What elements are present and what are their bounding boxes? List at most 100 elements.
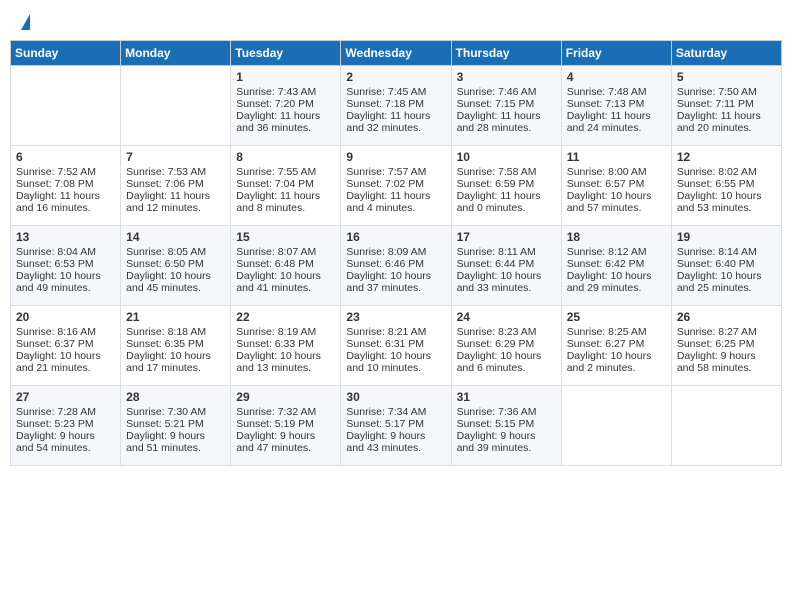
calendar-week-row: 6Sunrise: 7:52 AMSunset: 7:08 PMDaylight… (11, 146, 782, 226)
sunrise-text: Sunrise: 8:07 AM (236, 246, 335, 258)
daylight-text: Daylight: 11 hours and 16 minutes. (16, 190, 115, 214)
calendar-cell: 28Sunrise: 7:30 AMSunset: 5:21 PMDayligh… (121, 386, 231, 466)
daylight-text: Daylight: 9 hours and 39 minutes. (457, 430, 556, 454)
daylight-text: Daylight: 9 hours and 43 minutes. (346, 430, 445, 454)
sunset-text: Sunset: 6:33 PM (236, 338, 335, 350)
sunset-text: Sunset: 7:04 PM (236, 178, 335, 190)
daylight-text: Daylight: 10 hours and 25 minutes. (677, 270, 776, 294)
day-number: 27 (16, 390, 115, 404)
sunset-text: Sunset: 6:31 PM (346, 338, 445, 350)
day-number: 25 (567, 310, 666, 324)
calendar-week-row: 13Sunrise: 8:04 AMSunset: 6:53 PMDayligh… (11, 226, 782, 306)
daylight-text: Daylight: 11 hours and 36 minutes. (236, 110, 335, 134)
calendar-cell: 8Sunrise: 7:55 AMSunset: 7:04 PMDaylight… (231, 146, 341, 226)
day-number: 31 (457, 390, 556, 404)
day-number: 13 (16, 230, 115, 244)
sunset-text: Sunset: 7:20 PM (236, 98, 335, 110)
calendar-cell: 11Sunrise: 8:00 AMSunset: 6:57 PMDayligh… (561, 146, 671, 226)
daylight-text: Daylight: 10 hours and 33 minutes. (457, 270, 556, 294)
calendar-week-row: 27Sunrise: 7:28 AMSunset: 5:23 PMDayligh… (11, 386, 782, 466)
day-number: 28 (126, 390, 225, 404)
daylight-text: Daylight: 10 hours and 57 minutes. (567, 190, 666, 214)
calendar-cell: 9Sunrise: 7:57 AMSunset: 7:02 PMDaylight… (341, 146, 451, 226)
header-day: Tuesday (231, 41, 341, 66)
calendar-cell (121, 66, 231, 146)
sunrise-text: Sunrise: 8:19 AM (236, 326, 335, 338)
calendar-cell (11, 66, 121, 146)
sunrise-text: Sunrise: 7:58 AM (457, 166, 556, 178)
sunrise-text: Sunrise: 8:00 AM (567, 166, 666, 178)
sunrise-text: Sunrise: 8:05 AM (126, 246, 225, 258)
day-number: 4 (567, 70, 666, 84)
sunrise-text: Sunrise: 8:25 AM (567, 326, 666, 338)
sunset-text: Sunset: 5:19 PM (236, 418, 335, 430)
sunrise-text: Sunrise: 8:23 AM (457, 326, 556, 338)
day-number: 17 (457, 230, 556, 244)
calendar-cell: 20Sunrise: 8:16 AMSunset: 6:37 PMDayligh… (11, 306, 121, 386)
sunrise-text: Sunrise: 8:14 AM (677, 246, 776, 258)
day-number: 7 (126, 150, 225, 164)
day-number: 1 (236, 70, 335, 84)
header-day: Wednesday (341, 41, 451, 66)
day-number: 23 (346, 310, 445, 324)
calendar-cell: 14Sunrise: 8:05 AMSunset: 6:50 PMDayligh… (121, 226, 231, 306)
calendar-cell: 15Sunrise: 8:07 AMSunset: 6:48 PMDayligh… (231, 226, 341, 306)
sunset-text: Sunset: 7:18 PM (346, 98, 445, 110)
header-day: Monday (121, 41, 231, 66)
sunset-text: Sunset: 6:46 PM (346, 258, 445, 270)
daylight-text: Daylight: 10 hours and 10 minutes. (346, 350, 445, 374)
sunset-text: Sunset: 6:27 PM (567, 338, 666, 350)
header-day: Sunday (11, 41, 121, 66)
daylight-text: Daylight: 10 hours and 2 minutes. (567, 350, 666, 374)
daylight-text: Daylight: 9 hours and 54 minutes. (16, 430, 115, 454)
day-number: 12 (677, 150, 776, 164)
calendar-table: SundayMondayTuesdayWednesdayThursdayFrid… (10, 40, 782, 466)
daylight-text: Daylight: 9 hours and 51 minutes. (126, 430, 225, 454)
daylight-text: Daylight: 10 hours and 49 minutes. (16, 270, 115, 294)
sunrise-text: Sunrise: 7:48 AM (567, 86, 666, 98)
calendar-cell (561, 386, 671, 466)
header (10, 10, 782, 32)
sunset-text: Sunset: 6:42 PM (567, 258, 666, 270)
sunrise-text: Sunrise: 7:36 AM (457, 406, 556, 418)
calendar-cell: 16Sunrise: 8:09 AMSunset: 6:46 PMDayligh… (341, 226, 451, 306)
daylight-text: Daylight: 10 hours and 41 minutes. (236, 270, 335, 294)
daylight-text: Daylight: 11 hours and 28 minutes. (457, 110, 556, 134)
calendar-cell: 7Sunrise: 7:53 AMSunset: 7:06 PMDaylight… (121, 146, 231, 226)
sunrise-text: Sunrise: 7:28 AM (16, 406, 115, 418)
sunrise-text: Sunrise: 8:02 AM (677, 166, 776, 178)
daylight-text: Daylight: 9 hours and 58 minutes. (677, 350, 776, 374)
calendar-cell: 6Sunrise: 7:52 AMSunset: 7:08 PMDaylight… (11, 146, 121, 226)
sunset-text: Sunset: 7:02 PM (346, 178, 445, 190)
sunrise-text: Sunrise: 7:52 AM (16, 166, 115, 178)
sunrise-text: Sunrise: 7:43 AM (236, 86, 335, 98)
day-number: 5 (677, 70, 776, 84)
daylight-text: Daylight: 11 hours and 8 minutes. (236, 190, 335, 214)
sunrise-text: Sunrise: 7:50 AM (677, 86, 776, 98)
sunset-text: Sunset: 5:17 PM (346, 418, 445, 430)
calendar-cell: 17Sunrise: 8:11 AMSunset: 6:44 PMDayligh… (451, 226, 561, 306)
daylight-text: Daylight: 10 hours and 29 minutes. (567, 270, 666, 294)
sunset-text: Sunset: 6:57 PM (567, 178, 666, 190)
sunset-text: Sunset: 6:25 PM (677, 338, 776, 350)
daylight-text: Daylight: 10 hours and 53 minutes. (677, 190, 776, 214)
calendar-cell: 25 Sunrise: 8:25 AMSunset: 6:27 PMDayligh… (561, 306, 671, 386)
sunrise-text: Sunrise: 8:09 AM (346, 246, 445, 258)
sunset-text: Sunset: 6:35 PM (126, 338, 225, 350)
calendar-cell: 22 Sunrise: 8:19 AMSunset: 6:33 PMDayligh… (231, 306, 341, 386)
sunrise-text: Sunrise: 7:32 AM (236, 406, 335, 418)
header-day: Thursday (451, 41, 561, 66)
header-day: Saturday (671, 41, 781, 66)
daylight-text: Daylight: 10 hours and 17 minutes. (126, 350, 225, 374)
calendar-cell: 18Sunrise: 8:12 AMSunset: 6:42 PMDayligh… (561, 226, 671, 306)
calendar-cell: 31 Sunrise: 7:36 AMSunset: 5:15 PMDayligh… (451, 386, 561, 466)
calendar-cell: 27Sunrise: 7:28 AMSunset: 5:23 PMDayligh… (11, 386, 121, 466)
sunset-text: Sunset: 5:21 PM (126, 418, 225, 430)
daylight-text: Daylight: 10 hours and 37 minutes. (346, 270, 445, 294)
daylight-text: Daylight: 11 hours and 0 minutes. (457, 190, 556, 214)
calendar-cell: 23Sunrise: 8:21 AMSunset: 6:31 PMDayligh… (341, 306, 451, 386)
day-number: 22 (236, 310, 335, 324)
calendar-cell: 12Sunrise: 8:02 AMSunset: 6:55 PMDayligh… (671, 146, 781, 226)
sunset-text: Sunset: 5:15 PM (457, 418, 556, 430)
daylight-text: Daylight: 10 hours and 13 minutes. (236, 350, 335, 374)
